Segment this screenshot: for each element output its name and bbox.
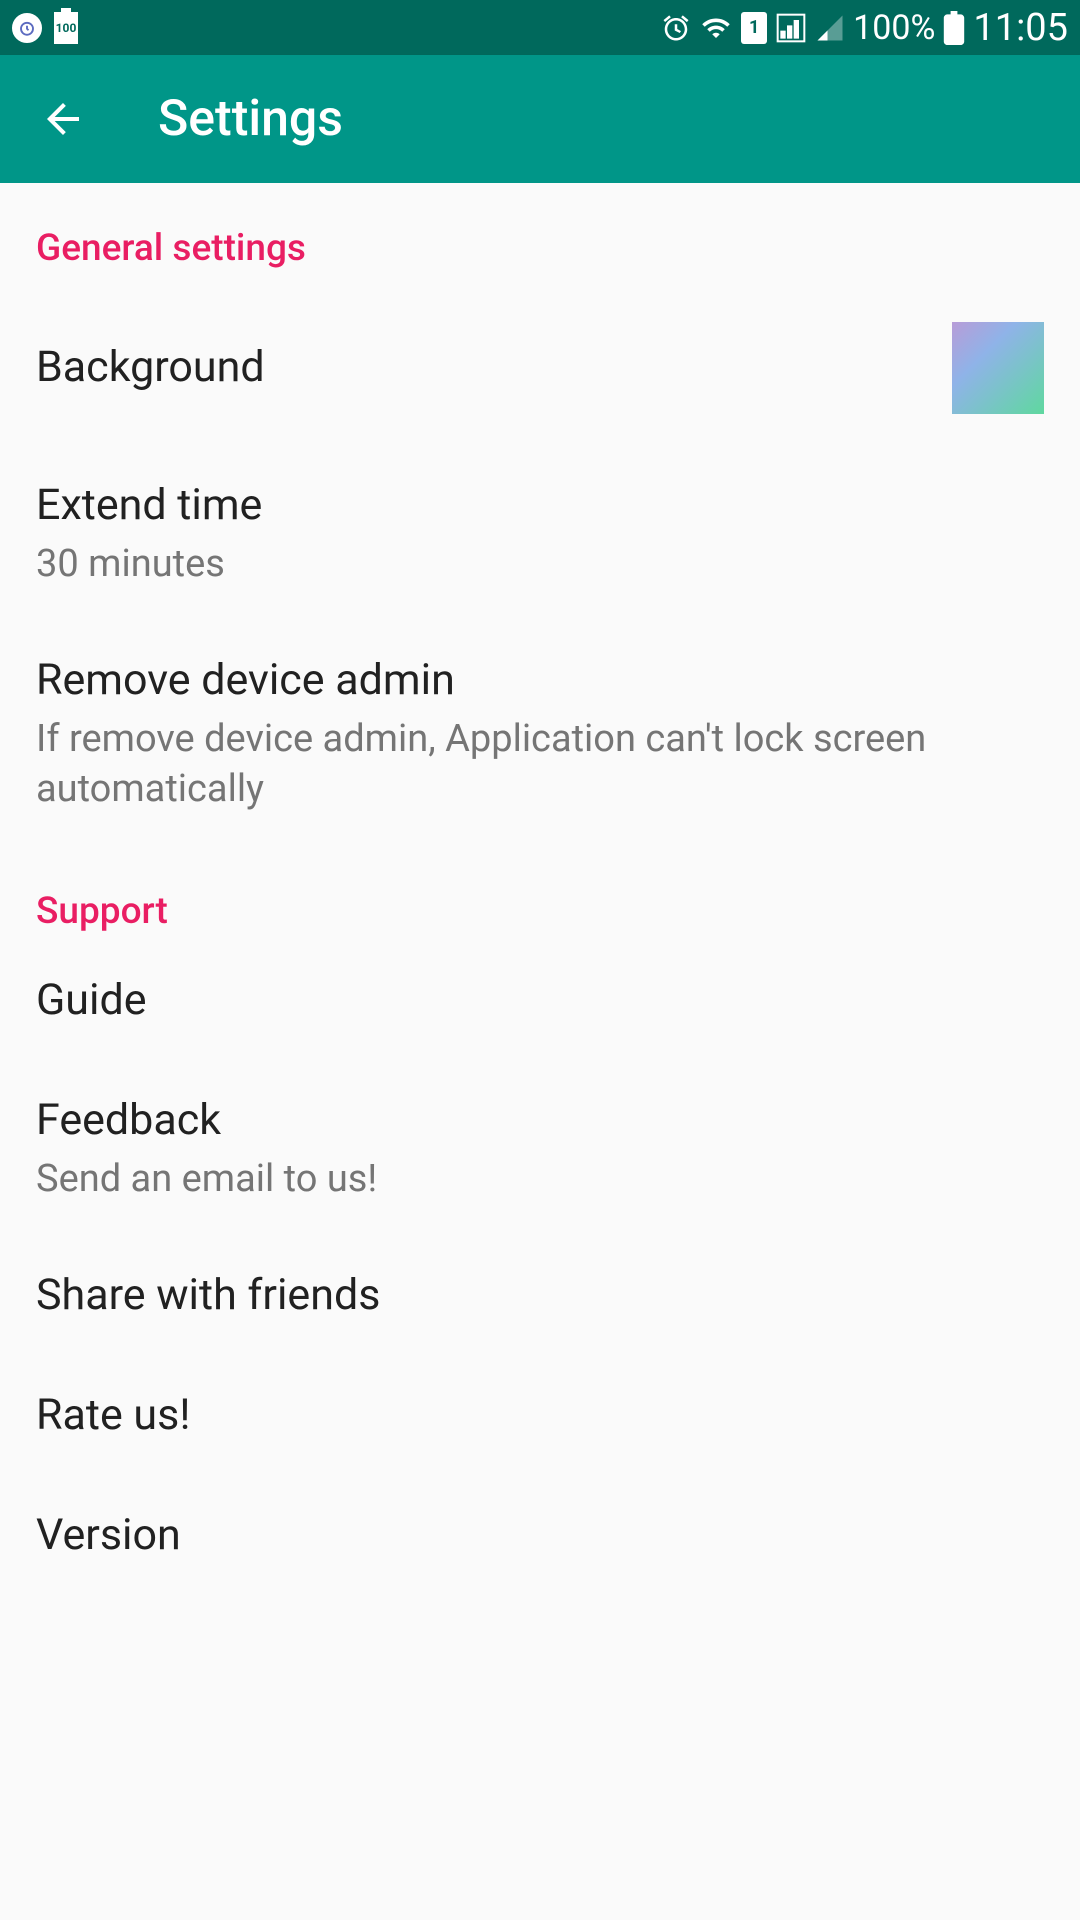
signal-2-icon (815, 13, 845, 43)
setting-version[interactable]: Version (0, 1476, 1080, 1596)
setting-subtitle: Send an email to us! (36, 1155, 1044, 1204)
setting-text: Extend time 30 minutes (36, 478, 1044, 589)
setting-title: Share with friends (36, 1268, 1044, 1324)
section-header-support: Support (0, 846, 1080, 953)
setting-feedback[interactable]: Feedback Send an email to us! (0, 1061, 1080, 1236)
setting-text: Rate us! (36, 1388, 1044, 1444)
status-time: 11:05 (973, 6, 1068, 50)
battery-level-text: 100 (56, 21, 77, 35)
back-button[interactable] (36, 92, 90, 146)
battery-level-icon: 100 (54, 12, 78, 44)
setting-guide[interactable]: Guide (0, 953, 1080, 1061)
alarm-clock-icon (12, 13, 42, 43)
signal-1-icon (775, 12, 807, 44)
background-preview-swatch (952, 322, 1044, 414)
setting-share-with-friends[interactable]: Share with friends (0, 1236, 1080, 1356)
status-right-icons: 1 100% 11:05 (661, 6, 1068, 50)
setting-title: Rate us! (36, 1388, 1044, 1444)
app-bar: Settings (0, 55, 1080, 183)
setting-text: Feedback Send an email to us! (36, 1093, 1044, 1204)
wifi-icon (699, 13, 733, 43)
setting-title: Background (36, 340, 952, 396)
setting-remove-device-admin[interactable]: Remove device admin If remove device adm… (0, 621, 1080, 846)
sim-1-icon: 1 (741, 12, 767, 44)
setting-subtitle: If remove device admin, Application can'… (36, 715, 1044, 814)
content-area: General settings Background Extend time … (0, 183, 1080, 1596)
setting-text: Version (36, 1508, 1044, 1564)
setting-title: Feedback (36, 1093, 1044, 1149)
setting-title: Version (36, 1508, 1044, 1564)
status-left-icons: 100 (12, 12, 78, 44)
setting-text: Background (36, 340, 952, 396)
section-header-general: General settings (0, 183, 1080, 290)
setting-extend-time[interactable]: Extend time 30 minutes (0, 446, 1080, 621)
setting-title: Guide (36, 973, 1044, 1029)
setting-title: Remove device admin (36, 653, 1044, 709)
setting-text: Guide (36, 973, 1044, 1029)
setting-text: Share with friends (36, 1268, 1044, 1324)
setting-rate-us[interactable]: Rate us! (0, 1356, 1080, 1476)
setting-title: Extend time (36, 478, 1044, 534)
battery-icon (943, 11, 965, 45)
setting-text: Remove device admin If remove device adm… (36, 653, 1044, 814)
page-title: Settings (158, 90, 343, 148)
alarm-icon (661, 13, 691, 43)
setting-background[interactable]: Background (0, 290, 1080, 446)
arrow-back-icon (39, 95, 87, 143)
battery-percent: 100% (853, 8, 935, 48)
status-bar: 100 1 100% 11:05 (0, 0, 1080, 55)
setting-subtitle: 30 minutes (36, 540, 1044, 589)
